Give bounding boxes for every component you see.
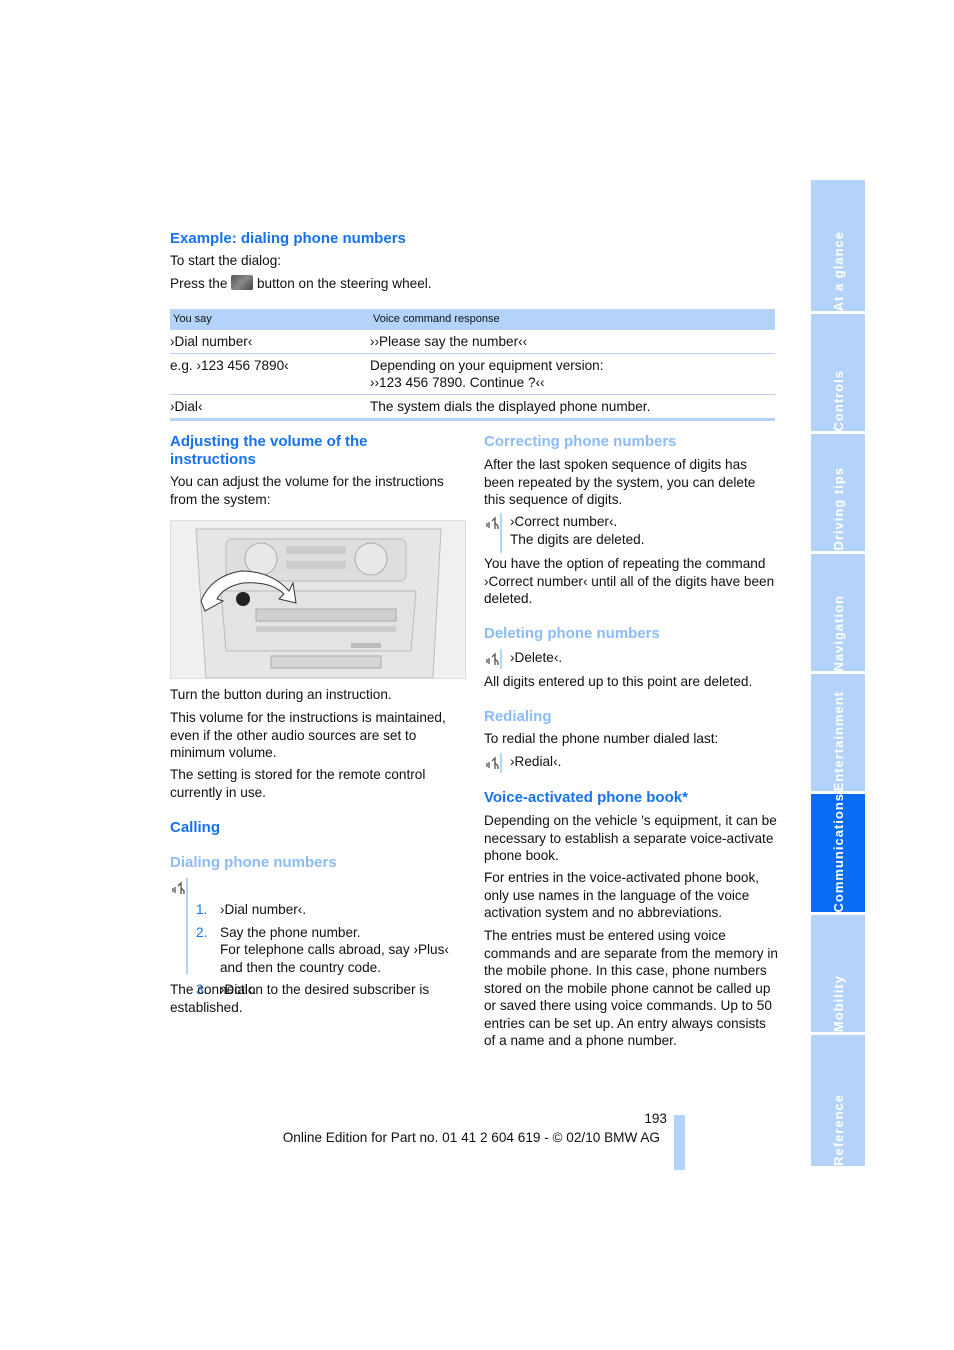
step-text: ›Dial number‹. xyxy=(220,902,307,917)
tab-entertainment[interactable]: Entertainment xyxy=(811,674,865,791)
table-row: e.g. ›123 456 7890‹ Depending on your eq… xyxy=(170,353,775,395)
table-cell-say: ›Dial number‹ xyxy=(170,330,370,354)
correct-command-block: ›Correct number‹. The digits are deleted… xyxy=(484,513,779,553)
redial-command-block: ›Redial‹. xyxy=(484,753,779,776)
table-header-row: You say Voice command response xyxy=(170,309,775,330)
step-text: Say the phone number. xyxy=(220,924,361,940)
press-after: button on the steering wheel. xyxy=(256,276,432,291)
voice-command-icon xyxy=(170,880,188,898)
delete-command: ›Delete‹. xyxy=(510,650,563,665)
step-number: 1. xyxy=(196,902,208,917)
tab-reference[interactable]: Reference xyxy=(811,1035,865,1166)
table-cell-say: e.g. ›123 456 7890‹ xyxy=(170,353,370,395)
step-number: 2. xyxy=(196,924,208,940)
redial-command: ›Redial‹. xyxy=(510,754,562,769)
table-cell-say: ›Dial‹ xyxy=(170,394,370,421)
example-heading: Example: dialing phone numbers xyxy=(170,230,406,247)
page-number: 193 xyxy=(644,1111,667,1126)
step-item: 1. ›Dial number‹. xyxy=(170,901,465,919)
correct-result: The digits are deleted. xyxy=(510,532,645,547)
table-cell-response: The system dials the displayed phone num… xyxy=(370,394,775,421)
voice-command-icon xyxy=(484,515,502,533)
tab-label: Controls xyxy=(830,369,846,431)
calling-outro: The connection to the desired subscriber… xyxy=(170,982,430,1015)
phonebook-para-2: For entries in the voice-activated phone… xyxy=(484,870,760,920)
phonebook-para-1: Depending on the vehicle 's equipment, i… xyxy=(484,813,777,863)
volume-para-1: Turn the button during an instruction. xyxy=(170,687,392,702)
voice-command-icon xyxy=(484,755,502,773)
phonebook-para-3: The entries must be entered using voice … xyxy=(484,928,778,1048)
example-press-text: Press the button on the steering wheel. xyxy=(170,275,570,293)
page-marker-bar xyxy=(674,1115,685,1170)
redialing-heading: Redialing xyxy=(484,708,552,725)
tab-label: Communications xyxy=(830,792,846,912)
tab-controls[interactable]: Controls xyxy=(811,314,865,431)
console-illustration-svg xyxy=(171,521,465,679)
correcting-outro: You have the option of repeating the com… xyxy=(484,556,775,606)
center-console-volume-knob-illustration xyxy=(170,520,466,679)
volume-para-2: This volume for the instructions is main… xyxy=(170,710,446,760)
deleting-heading: Deleting phone numbers xyxy=(484,625,660,642)
step-item: 2. Say the phone number. For telephone cal… xyxy=(170,924,465,977)
tab-label: Driving tips xyxy=(830,467,846,551)
steering-wheel-voice-button-icon xyxy=(231,275,254,290)
step-text: For telephone calls abroad, say ›Plus‹ a… xyxy=(220,942,449,975)
tab-label: Mobility xyxy=(830,974,846,1032)
correcting-intro: After the last spoken sequence of digits… xyxy=(484,457,756,507)
correct-command: ›Correct number‹. xyxy=(510,514,618,529)
tab-label: Navigation xyxy=(830,594,846,671)
tab-communications[interactable]: Communications xyxy=(811,793,865,912)
table-header-response: Voice command response xyxy=(370,309,775,330)
tab-navigation[interactable]: Navigation xyxy=(811,554,865,671)
tab-label: Entertainment xyxy=(830,690,846,791)
dialing-subheading: Dialing phone numbers xyxy=(170,854,337,871)
response-line: Depending on your equipment version: xyxy=(370,358,604,373)
table-row: ›Dial number‹ ››Please say the number‹‹ xyxy=(170,330,775,354)
table-cell-response: Depending on your equipment version: ››1… xyxy=(370,353,775,395)
table-row: ›Dial‹ The system dials the displayed ph… xyxy=(170,394,775,421)
table-header-you-say: You say xyxy=(170,309,370,330)
phonebook-heading: Voice-activated phone book* xyxy=(484,789,688,806)
tab-label: Reference xyxy=(830,1094,846,1166)
calling-heading: Calling xyxy=(170,819,221,836)
example-intro: To start the dialog: xyxy=(170,253,282,268)
footer-edition: Online Edition for Part no. 01 41 2 604 … xyxy=(282,1130,660,1145)
tab-label: At a glance xyxy=(830,230,846,311)
voice-command-icon xyxy=(484,651,502,669)
response-line: ››123 456 7890. Continue ?‹‹ xyxy=(370,375,545,390)
redialing-intro: To redial the phone number dialed last: xyxy=(484,731,719,746)
volume-heading: Adjusting the volume of the instructions xyxy=(170,433,368,468)
voice-command-table: You say Voice command response ›Dial num… xyxy=(170,309,775,421)
tab-at-a-glance[interactable]: At a glance xyxy=(811,180,865,311)
volume-intro: You can adjust the volume for the instru… xyxy=(170,474,444,507)
tab-driving-tips[interactable]: Driving tips xyxy=(811,434,865,551)
delete-command-block: ›Delete‹. xyxy=(484,649,779,672)
table-cell-response: ››Please say the number‹‹ xyxy=(370,330,775,354)
volume-para-3: The setting is stored for the remote con… xyxy=(170,767,426,800)
deleting-outro: All digits entered up to this point are … xyxy=(484,674,753,689)
correcting-heading: Correcting phone numbers xyxy=(484,433,677,450)
tab-mobility[interactable]: Mobility xyxy=(811,915,865,1032)
press-before: Press the xyxy=(170,276,228,291)
